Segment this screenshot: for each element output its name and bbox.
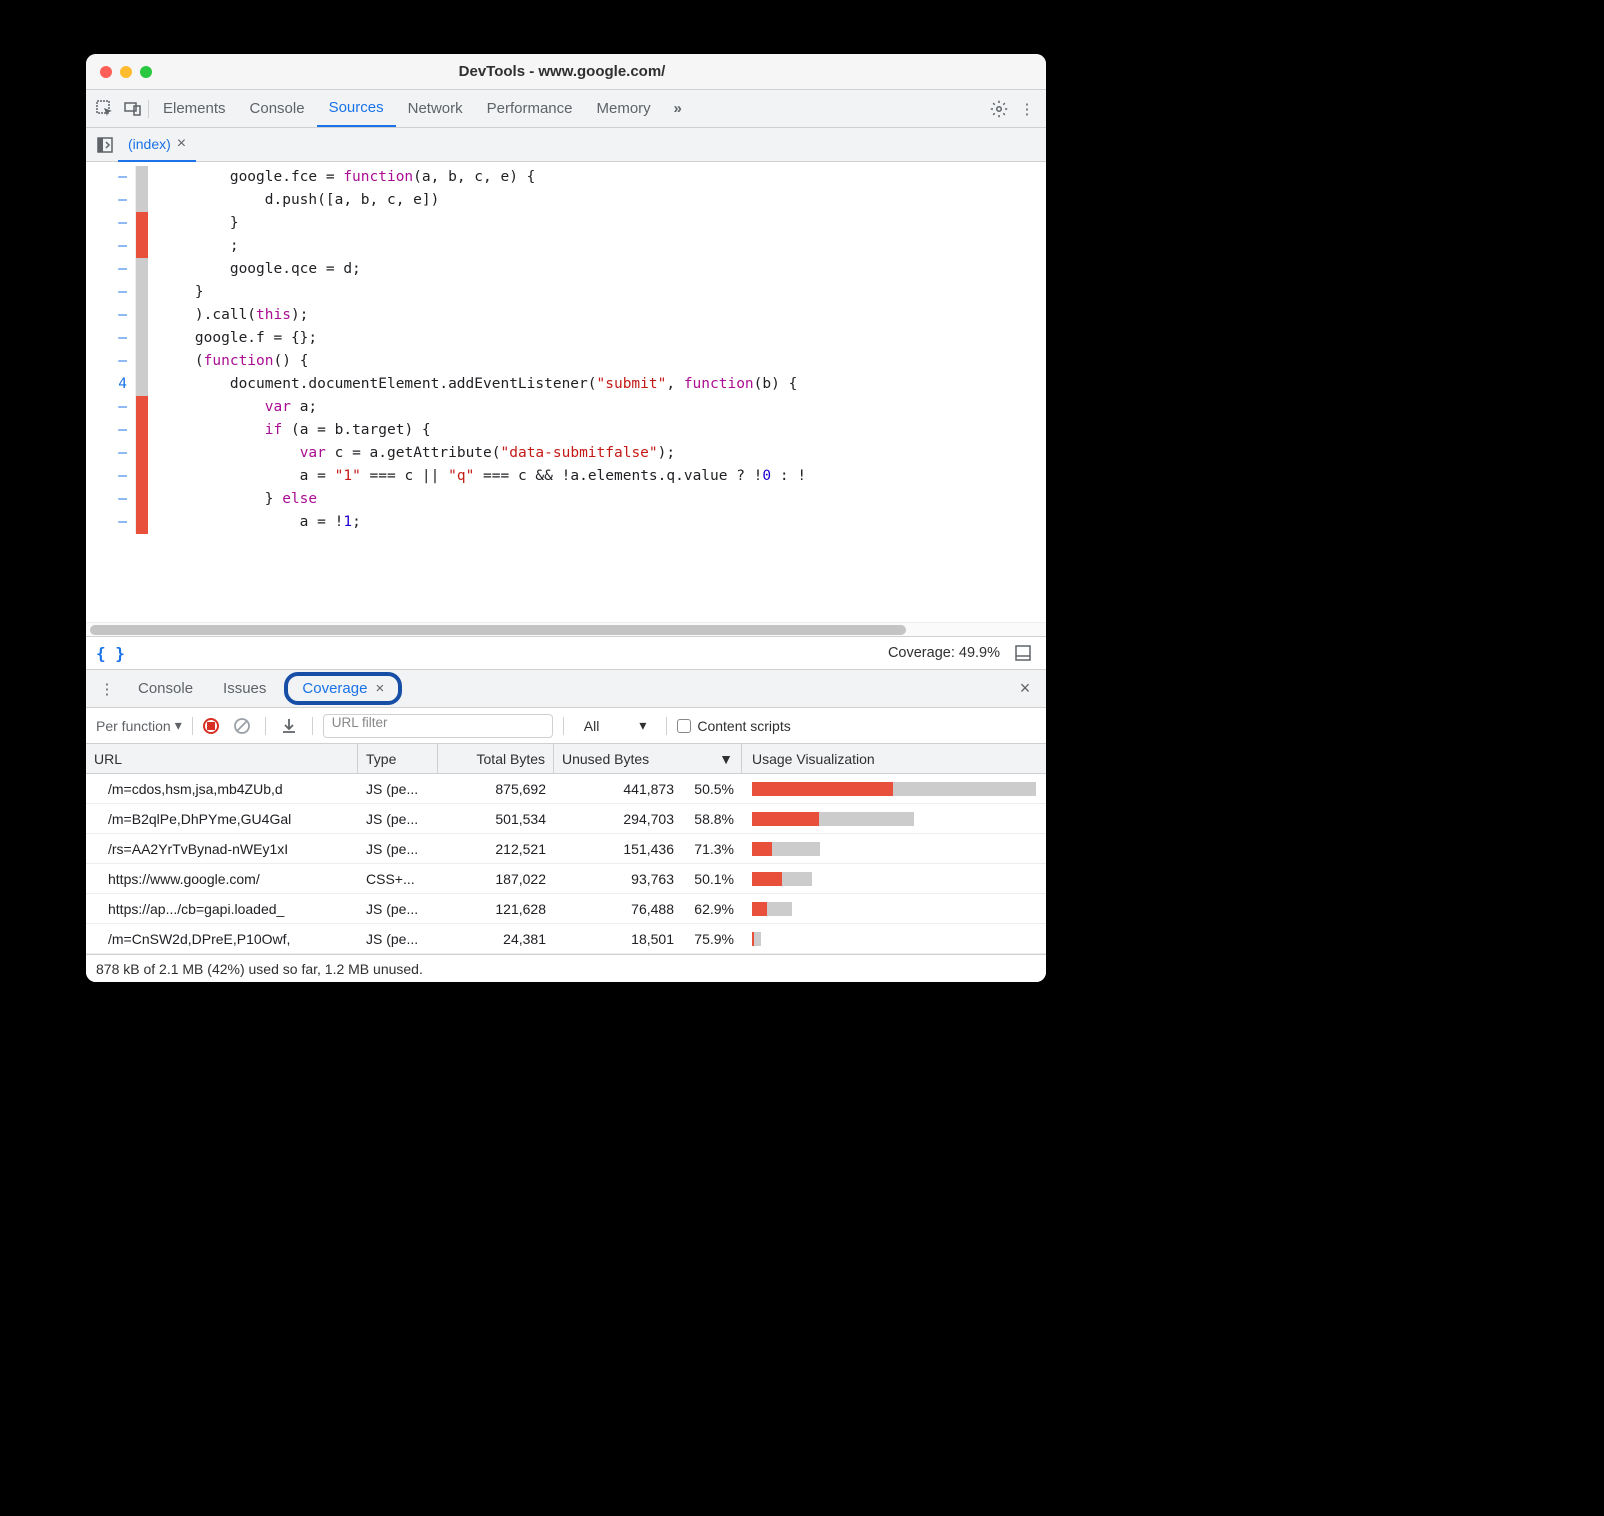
table-header: URL Type Total Bytes Unused Bytes▼ Usage… xyxy=(86,744,1046,774)
main-tab-sources[interactable]: Sources xyxy=(317,90,396,127)
drawer-tab-coverage[interactable]: Coverage × xyxy=(284,672,402,705)
coverage-table: URL Type Total Bytes Unused Bytes▼ Usage… xyxy=(86,744,1046,954)
main-tab-elements[interactable]: Elements xyxy=(151,90,238,127)
sidebar-toggle-icon[interactable] xyxy=(1010,640,1036,666)
file-tab-index[interactable]: (index) × xyxy=(118,129,196,162)
close-window-icon[interactable] xyxy=(100,66,112,78)
devtools-window: DevTools - www.google.com/ ElementsConso… xyxy=(86,54,1046,982)
horizontal-scrollbar[interactable] xyxy=(86,622,1046,636)
close-tab-icon[interactable]: × xyxy=(177,135,186,153)
table-row[interactable]: /rs=AA2YrTvBynad-nWEy1xIJS (pe...212,521… xyxy=(86,834,1046,864)
titlebar: DevTools - www.google.com/ xyxy=(86,54,1046,90)
main-tabs: ElementsConsoleSourcesNetworkPerformance… xyxy=(86,90,1046,128)
col-total[interactable]: Total Bytes xyxy=(438,744,554,773)
col-type[interactable]: Type xyxy=(358,744,438,773)
content-scripts-checkbox[interactable]: Content scripts xyxy=(677,718,790,734)
file-tabs: (index) × xyxy=(86,128,1046,162)
granularity-select[interactable]: Per function ▾ xyxy=(96,717,182,734)
col-url[interactable]: URL xyxy=(86,744,358,773)
drawer-kebab-icon[interactable]: ⋮ xyxy=(94,676,120,702)
drawer-tabs: ⋮ Console Issues Coverage × × xyxy=(86,670,1046,708)
export-icon[interactable] xyxy=(276,713,302,739)
type-filter-select[interactable]: All▾ xyxy=(574,717,657,734)
col-viz[interactable]: Usage Visualization xyxy=(742,744,1046,773)
close-coverage-icon[interactable]: × xyxy=(375,680,384,697)
close-drawer-icon[interactable]: × xyxy=(1012,676,1038,702)
coverage-toolbar: Per function ▾ URL filter All▾ Content s… xyxy=(86,708,1046,744)
table-row[interactable]: https://www.google.com/CSS+...187,02293,… xyxy=(86,864,1046,894)
main-tab-memory[interactable]: Memory xyxy=(585,90,663,127)
device-toggle-icon[interactable] xyxy=(120,96,146,122)
more-tabs-icon[interactable]: » xyxy=(665,96,691,122)
clear-icon[interactable] xyxy=(229,713,255,739)
table-row[interactable]: /m=cdos,hsm,jsa,mb4ZUb,dJS (pe...875,692… xyxy=(86,774,1046,804)
window-title: DevTools - www.google.com/ xyxy=(152,63,972,80)
col-unused[interactable]: Unused Bytes▼ xyxy=(554,744,742,773)
kebab-menu-icon[interactable]: ⋮ xyxy=(1014,96,1040,122)
main-tab-console[interactable]: Console xyxy=(238,90,317,127)
maximize-window-icon[interactable] xyxy=(140,66,152,78)
drawer-tab-issues[interactable]: Issues xyxy=(211,676,278,701)
main-tab-network[interactable]: Network xyxy=(396,90,475,127)
drawer-tab-console[interactable]: Console xyxy=(126,676,205,701)
url-filter-input[interactable]: URL filter xyxy=(323,714,553,738)
traffic-lights xyxy=(100,66,152,78)
main-tab-performance[interactable]: Performance xyxy=(475,90,585,127)
table-row[interactable]: /m=B2qlPe,DhPYme,GU4GalJS (pe...501,5342… xyxy=(86,804,1046,834)
inspect-icon[interactable] xyxy=(92,96,118,122)
checkbox-icon[interactable] xyxy=(677,719,691,733)
table-row[interactable]: https://ap.../cb=gapi.loaded_JS (pe...12… xyxy=(86,894,1046,924)
code-editor[interactable]: –––––––––4–––––– google.fce = function(a… xyxy=(86,162,1046,622)
editor-footer: { } Coverage: 49.9% xyxy=(86,636,1046,670)
table-row[interactable]: /m=CnSW2d,DPreE,P10Owf,JS (pe...24,38118… xyxy=(86,924,1046,954)
record-button-icon[interactable] xyxy=(203,718,219,734)
coverage-percent-label: Coverage: 49.9% xyxy=(888,645,1000,661)
show-navigator-icon[interactable] xyxy=(92,132,118,158)
minimize-window-icon[interactable] xyxy=(120,66,132,78)
status-bar: 878 kB of 2.1 MB (42%) used so far, 1.2 … xyxy=(86,954,1046,982)
file-tab-label: (index) xyxy=(128,136,171,152)
settings-icon[interactable] xyxy=(986,96,1012,122)
format-code-icon[interactable]: { } xyxy=(96,644,125,663)
